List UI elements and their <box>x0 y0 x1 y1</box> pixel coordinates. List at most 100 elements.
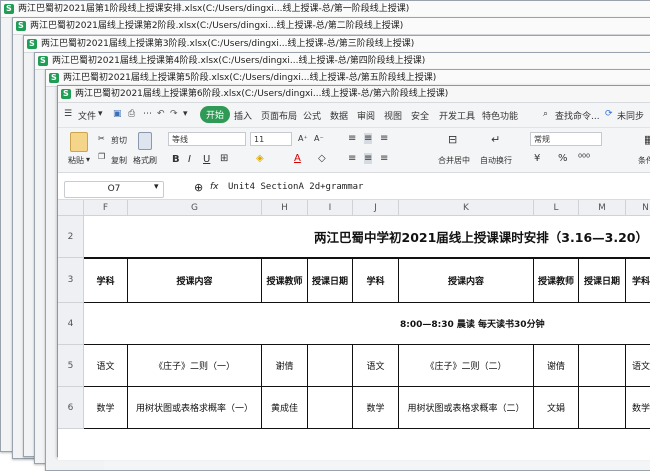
paste-dropdown-icon[interactable]: ▾ <box>86 155 90 164</box>
corner-cell[interactable] <box>58 200 84 216</box>
tab-special[interactable]: 特色功能 <box>482 109 518 122</box>
row-header[interactable]: 5 <box>58 345 84 387</box>
tab-page-layout[interactable]: 页面布局 <box>261 109 297 122</box>
header-cell[interactable]: 授课教师 <box>262 258 308 303</box>
table-cell[interactable] <box>308 387 353 429</box>
merge-center-button[interactable]: 合并居中 <box>438 155 470 166</box>
function-icon[interactable]: fx <box>210 182 219 192</box>
column-header[interactable]: L <box>534 200 579 216</box>
redo-icon[interactable]: ↷ <box>170 109 178 119</box>
sync-status[interactable]: 未同步 <box>617 109 644 122</box>
row-header[interactable]: 6 <box>58 387 84 429</box>
table-cell[interactable]: 语文 <box>353 345 399 387</box>
tab-formulas[interactable]: 公式 <box>303 109 321 122</box>
window-title[interactable]: 两江巴蜀初2021届线上授课第3阶段.xlsx(C:/Users/dingxi.… <box>24 36 650 53</box>
table-cell[interactable] <box>579 387 626 429</box>
column-header[interactable]: H <box>262 200 308 216</box>
name-box-dropdown-icon[interactable]: ▾ <box>154 182 159 192</box>
column-header[interactable]: I <box>308 200 353 216</box>
align-left-icon[interactable]: ≡ <box>348 153 356 164</box>
window-title[interactable]: 两江巴蜀初2021届第1阶段线上授课安排.xlsx(C:/Users/dingx… <box>1 1 650 18</box>
paste-icon[interactable] <box>70 132 88 152</box>
copy-icon[interactable]: ❐ <box>98 152 105 161</box>
format-painter-button[interactable]: 格式刷 <box>133 155 157 166</box>
header-cell[interactable]: 授课日期 <box>308 258 353 303</box>
format-painter-icon[interactable] <box>138 132 152 150</box>
column-header[interactable]: G <box>128 200 262 216</box>
wrap-text-button[interactable]: 自动换行 <box>480 155 512 166</box>
paste-button[interactable]: 粘贴 <box>68 155 84 166</box>
table-cell[interactable] <box>308 345 353 387</box>
grow-font-icon[interactable]: A⁺ <box>298 134 308 143</box>
wrap-icon[interactable]: ↵ <box>491 133 500 146</box>
table-cell[interactable]: 谢倩 <box>534 345 579 387</box>
name-box[interactable]: O7 <box>64 181 164 198</box>
table-cell[interactable] <box>579 345 626 387</box>
file-dropdown-icon[interactable]: ▾ <box>98 109 103 119</box>
merge-icon[interactable]: ⊟ <box>448 133 457 146</box>
row-header[interactable]: 3 <box>58 258 84 303</box>
underline-icon[interactable]: U <box>203 154 210 165</box>
tab-review[interactable]: 审阅 <box>357 109 375 122</box>
italic-icon[interactable]: I <box>188 154 191 165</box>
menu-file[interactable]: 文件 <box>78 109 96 122</box>
table-cell[interactable]: 数学 <box>84 387 128 429</box>
table-cell[interactable]: 《庄子》二则（一） <box>128 345 262 387</box>
header-cell[interactable]: 授课内容 <box>128 258 262 303</box>
fill-color-icon[interactable]: ◈ <box>256 153 264 164</box>
header-cell[interactable]: 授课日期 <box>579 258 626 303</box>
tab-view[interactable]: 视图 <box>384 109 402 122</box>
formula-input[interactable]: Unit4 SectionA 2d+grammar <box>228 182 363 192</box>
table-cell[interactable]: 用树状图或表格求概率（一） <box>128 387 262 429</box>
thousands-icon[interactable]: ⁰⁰⁰ <box>578 153 590 164</box>
align-right-icon[interactable]: ≡ <box>380 153 388 164</box>
column-header[interactable]: K <box>399 200 534 216</box>
more-icon[interactable]: ⋯ <box>143 109 152 119</box>
tab-security[interactable]: 安全 <box>411 109 429 122</box>
header-cell[interactable]: 学科 <box>626 258 650 303</box>
column-header[interactable]: J <box>353 200 399 216</box>
header-cell[interactable]: 学科 <box>353 258 399 303</box>
percent-icon[interactable]: % <box>558 153 568 164</box>
menu-icon[interactable]: ☰ <box>64 109 72 119</box>
table-cell[interactable]: 数学 <box>626 387 650 429</box>
quick-access-dropdown-icon[interactable]: ▾ <box>183 109 188 119</box>
table-cell[interactable]: 《庄子》二则（二） <box>399 345 534 387</box>
header-cell[interactable]: 授课内容 <box>399 258 534 303</box>
conditional-format-button[interactable]: 条件 <box>638 155 650 166</box>
shrink-font-icon[interactable]: A⁻ <box>314 134 324 143</box>
save-icon[interactable]: ▣ <box>113 109 122 119</box>
tab-developer[interactable]: 开发工具 <box>439 109 475 122</box>
align-bottom-icon[interactable]: ≡ <box>380 133 388 144</box>
window-title[interactable]: 两江巴蜀初2021届线上授课第2阶段.xlsx(C:/Users/dingxi.… <box>13 18 650 35</box>
currency-icon[interactable]: ¥ <box>534 153 540 164</box>
align-top-icon[interactable]: ≡ <box>348 133 356 144</box>
table-cell[interactable]: 语文 <box>84 345 128 387</box>
conditional-format-icon[interactable]: ▦ <box>644 133 650 146</box>
clear-format-icon[interactable]: ◇ <box>318 153 326 164</box>
font-size-select[interactable]: 11 <box>250 132 292 146</box>
column-header[interactable]: N <box>626 200 650 216</box>
tab-insert[interactable]: 插入 <box>234 109 252 122</box>
table-cell[interactable]: 黄成佳 <box>262 387 308 429</box>
table-cell[interactable]: 用树状图或表格求概率（二） <box>399 387 534 429</box>
print-icon[interactable]: ⎙ <box>128 109 135 119</box>
header-cell[interactable]: 学科 <box>84 258 128 303</box>
bold-icon[interactable]: B <box>172 154 180 165</box>
font-family-select[interactable]: 等线 <box>168 132 246 146</box>
undo-icon[interactable]: ↶ <box>157 109 165 119</box>
window-title[interactable]: 两江巴蜀初2021届线上授课第6阶段.xlsx(C:/Users/dingxi.… <box>58 86 650 103</box>
table-cell[interactable]: 谢倩 <box>262 345 308 387</box>
row-header[interactable]: 4 <box>58 303 84 345</box>
table-cell[interactable]: 数学 <box>353 387 399 429</box>
zoom-icon[interactable]: ⊕ <box>194 181 203 194</box>
tab-home[interactable]: 开始 <box>200 106 231 123</box>
sheet-title[interactable]: 两江巴蜀中学初2021届线上授课课时安排（3.16—3.20） <box>84 216 650 258</box>
cut-icon[interactable]: ✂ <box>98 134 105 143</box>
align-middle-icon[interactable]: ≡ <box>364 133 373 144</box>
number-format-select[interactable]: 常规 <box>530 132 602 146</box>
search-command[interactable]: 查找命令... <box>555 109 600 122</box>
search-icon[interactable]: ⌕ <box>543 109 548 119</box>
font-color-icon[interactable]: A <box>294 153 301 164</box>
cut-button[interactable]: 剪切 <box>111 135 127 146</box>
